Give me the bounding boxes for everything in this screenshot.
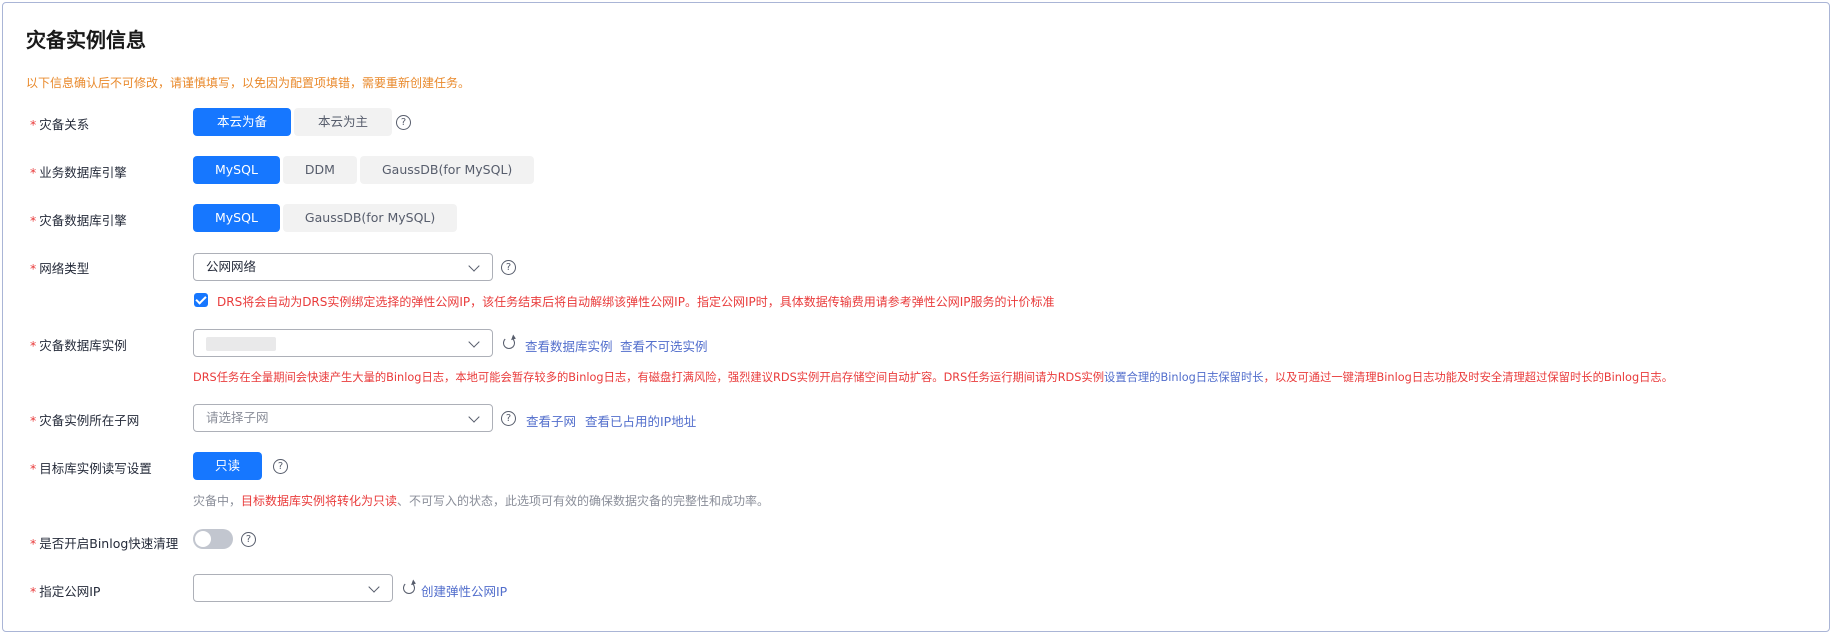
chevron-down-icon bbox=[468, 260, 480, 272]
label-dr-engine: * 灾备数据库引擎 bbox=[30, 213, 127, 228]
redacted-value bbox=[206, 337, 276, 351]
required-star: * bbox=[30, 536, 37, 551]
subnet-select[interactable]: 请选择子网 bbox=[193, 404, 493, 432]
label-rw: * 目标库实例读写设置 bbox=[30, 461, 152, 476]
help-icon[interactable]: ? bbox=[241, 532, 256, 547]
dr-instance-select[interactable] bbox=[193, 329, 493, 357]
required-star: * bbox=[30, 213, 37, 228]
public-ip-select[interactable] bbox=[193, 574, 393, 602]
relation-segmented: 本云为备 本云为主 bbox=[193, 108, 393, 136]
biz-engine-option-gaussdb[interactable]: GaussDB(for MySQL) bbox=[359, 156, 535, 184]
help-icon[interactable]: ? bbox=[501, 411, 516, 426]
biz-engine-option-ddm[interactable]: DDM bbox=[282, 156, 357, 184]
required-star: * bbox=[30, 165, 37, 180]
dr-engine-option-mysql[interactable]: MySQL bbox=[193, 204, 280, 232]
rw-hint-prefix: 灾备中， bbox=[193, 494, 242, 508]
view-db-instances-link[interactable]: 查看数据库实例 bbox=[525, 336, 613, 355]
label-dr-instance: * 灾备数据库实例 bbox=[30, 338, 127, 353]
binlog-warning-part2: ，以及可通过一键清理Binlog日志功能及时安全清理超过保留时长的Binlog日… bbox=[1263, 371, 1674, 384]
view-subnet-link[interactable]: 查看子网 bbox=[526, 411, 576, 430]
binlog-warning: DRS任务在全量期间会快速产生大量的Binlog日志，本地可能会暂存较多的Bin… bbox=[193, 369, 1673, 385]
rw-hint: 灾备中，目标数据库实例将转化为只读、不可写入的状态，此选项可有效的确保数据灾备的… bbox=[193, 492, 769, 509]
binlog-retention-link[interactable]: 设置合理的Binlog日志保留时长 bbox=[1104, 371, 1264, 384]
chevron-down-icon bbox=[468, 411, 480, 423]
required-star: * bbox=[30, 461, 37, 476]
refresh-icon[interactable] bbox=[403, 582, 415, 594]
create-eip-link[interactable]: 创建弹性公网IP bbox=[421, 581, 507, 600]
label-biz-engine: * 业务数据库引擎 bbox=[30, 165, 127, 180]
chevron-down-icon bbox=[368, 581, 380, 593]
network-type-select[interactable]: 公网网络 bbox=[193, 253, 493, 281]
binlog-clean-toggle[interactable] bbox=[193, 529, 233, 549]
biz-engine-option-mysql[interactable]: MySQL bbox=[193, 156, 280, 184]
auto-bind-eip-text: DRS将会自动为DRS实例绑定选择的弹性公网IP，该任务结束后将自动解绑该弹性公… bbox=[217, 295, 1055, 309]
auto-bind-eip-checkbox[interactable] bbox=[194, 293, 208, 307]
help-icon[interactable]: ? bbox=[396, 115, 411, 130]
chevron-down-icon bbox=[468, 336, 480, 348]
label-public-ip: * 指定公网IP bbox=[30, 584, 101, 599]
label-network: * 网络类型 bbox=[30, 261, 90, 276]
rw-segmented: 只读 bbox=[193, 452, 263, 480]
dr-engine-option-gaussdb[interactable]: GaussDB(for MySQL) bbox=[282, 204, 458, 232]
dr-engine-segmented: MySQL GaussDB(for MySQL) bbox=[193, 204, 458, 232]
label-relation: * 灾备关系 bbox=[30, 117, 90, 132]
notice-text: 以下信息确认后不可修改，请谨慎填写，以免因为配置项填错，需要重新创建任务。 bbox=[26, 76, 471, 90]
network-type-value: 公网网络 bbox=[206, 259, 257, 274]
rw-hint-suffix: 、不可写入的状态，此选项可有效的确保数据灾备的完整性和成功率。 bbox=[397, 494, 770, 508]
rw-option-readonly[interactable]: 只读 bbox=[193, 452, 263, 480]
subnet-placeholder: 请选择子网 bbox=[206, 410, 269, 425]
required-star: * bbox=[30, 413, 37, 428]
label-subnet: * 灾备实例所在子网 bbox=[30, 413, 140, 428]
view-unselectable-instances-link[interactable]: 查看不可选实例 bbox=[620, 336, 708, 355]
rw-hint-red: 目标数据库实例将转化为只读 bbox=[241, 494, 398, 508]
label-binlog: * 是否开启Binlog快速清理 bbox=[30, 536, 179, 551]
required-star: * bbox=[30, 261, 37, 276]
relation-option-primary[interactable]: 本云为主 bbox=[294, 108, 393, 136]
refresh-icon[interactable] bbox=[503, 337, 515, 349]
required-star: * bbox=[30, 584, 37, 599]
section-title: 灾备实例信息 bbox=[26, 28, 146, 52]
help-icon[interactable]: ? bbox=[273, 459, 288, 474]
dr-instance-info-panel bbox=[2, 2, 1830, 632]
view-used-ip-link[interactable]: 查看已占用的IP地址 bbox=[585, 411, 696, 430]
help-icon[interactable]: ? bbox=[501, 260, 516, 275]
relation-option-standby[interactable]: 本云为备 bbox=[193, 108, 292, 136]
required-star: * bbox=[30, 117, 37, 132]
biz-engine-segmented: MySQL DDM GaussDB(for MySQL) bbox=[193, 156, 535, 184]
required-star: * bbox=[30, 338, 37, 353]
binlog-warning-part1: DRS任务在全量期间会快速产生大量的Binlog日志，本地可能会暂存较多的Bin… bbox=[193, 371, 1105, 384]
